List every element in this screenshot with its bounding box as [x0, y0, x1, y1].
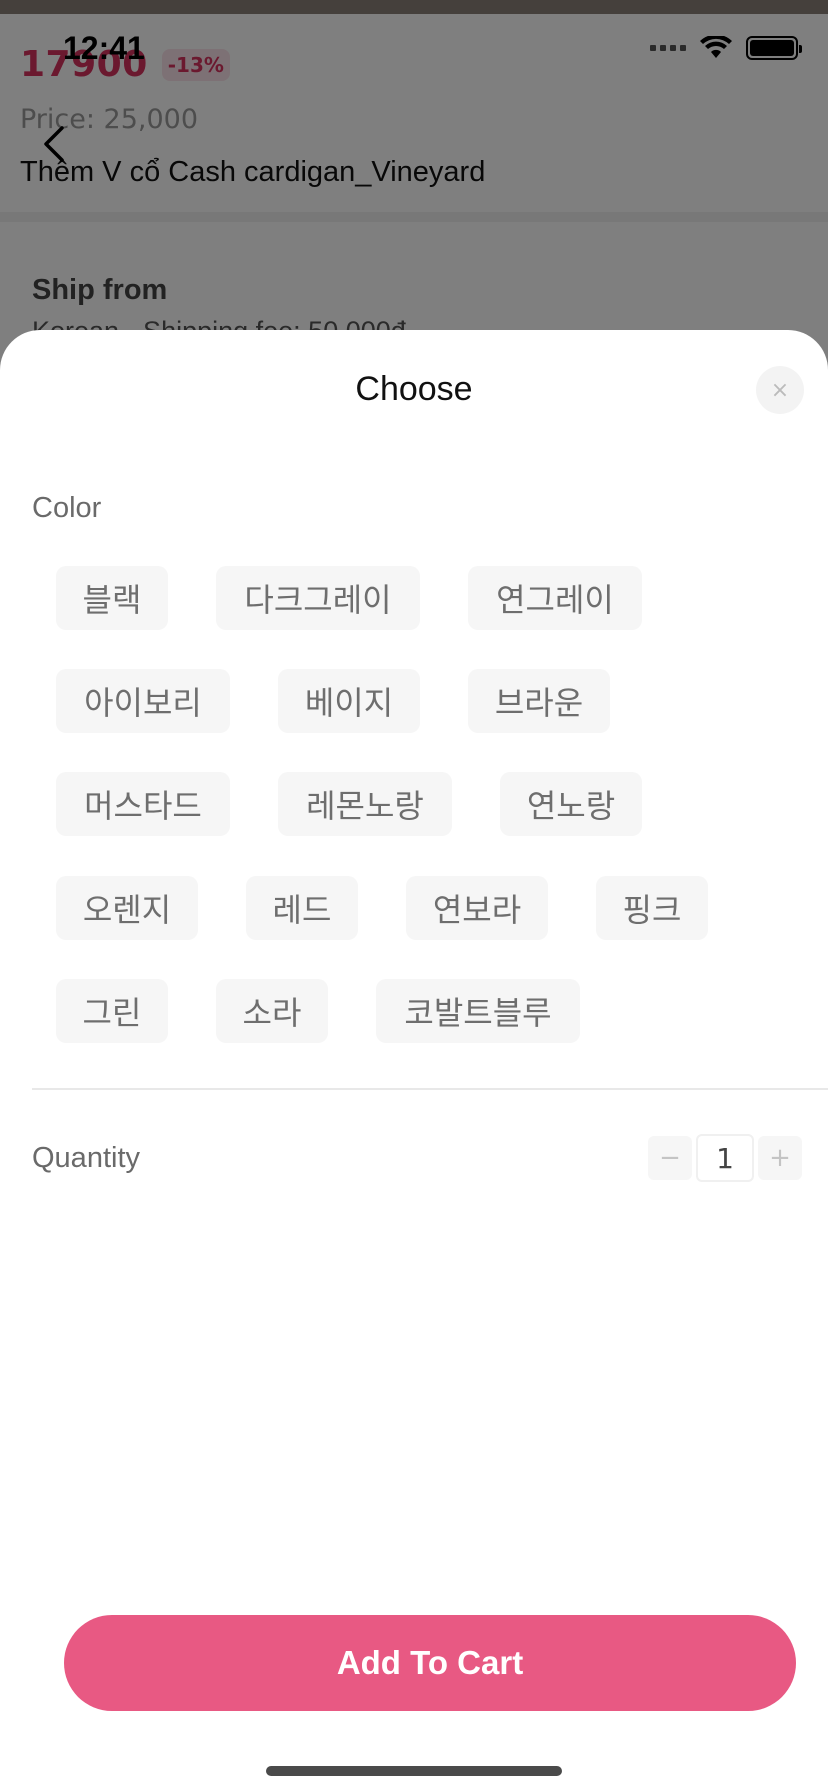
- quantity-stepper: − 1 +: [648, 1134, 802, 1182]
- color-option[interactable]: 레드: [246, 876, 358, 940]
- color-label: Color: [32, 492, 102, 524]
- quantity-label: Quantity: [32, 1142, 140, 1174]
- section-divider: [32, 1088, 828, 1090]
- color-option[interactable]: 블랙: [56, 566, 168, 630]
- option-sheet: Choose × Color 블랙 다크그레이 연그레이 아이보리 베이지 브라…: [0, 330, 828, 1792]
- sheet-title: Choose: [355, 370, 473, 408]
- color-option[interactable]: 아이보리: [56, 669, 230, 733]
- close-icon: ×: [770, 377, 790, 403]
- color-option[interactable]: 연노랑: [500, 772, 642, 836]
- color-option[interactable]: 코발트블루: [376, 979, 580, 1043]
- color-option[interactable]: 오렌지: [56, 876, 198, 940]
- color-option[interactable]: 그린: [56, 979, 168, 1043]
- color-option[interactable]: 머스타드: [56, 772, 230, 836]
- decrement-button[interactable]: −: [648, 1136, 692, 1180]
- add-to-cart-button[interactable]: Add To Cart: [64, 1615, 796, 1711]
- quantity-value[interactable]: 1: [696, 1134, 754, 1182]
- close-button[interactable]: ×: [756, 366, 804, 414]
- color-option[interactable]: 연보라: [406, 876, 548, 940]
- home-indicator: [266, 1766, 562, 1776]
- color-option[interactable]: 소라: [216, 979, 328, 1043]
- color-option[interactable]: 레몬노랑: [278, 772, 452, 836]
- color-option[interactable]: 연그레이: [468, 566, 642, 630]
- color-option[interactable]: 브라운: [468, 669, 610, 733]
- screen: 17900 -13% Price: 25,000 Thêm V cổ Cash …: [0, 0, 828, 1792]
- color-option[interactable]: 다크그레이: [216, 566, 420, 630]
- color-option[interactable]: 베이지: [278, 669, 420, 733]
- increment-button[interactable]: +: [758, 1136, 802, 1180]
- color-option[interactable]: 핑크: [596, 876, 708, 940]
